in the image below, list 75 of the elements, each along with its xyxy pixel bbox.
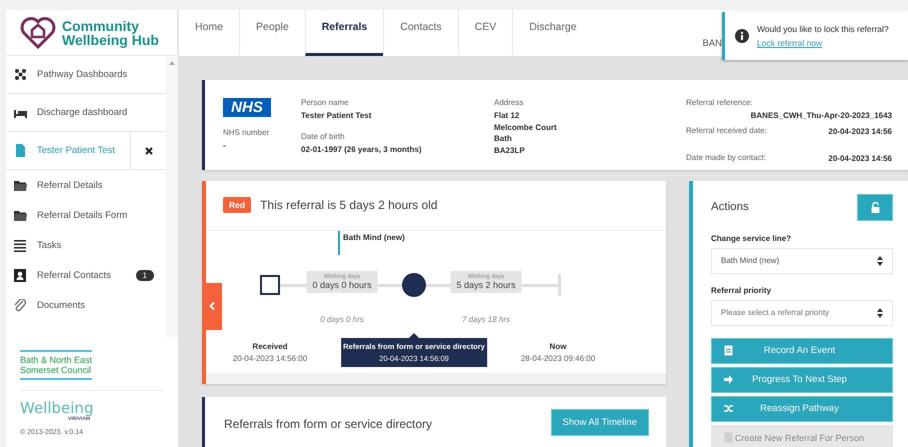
sidebar-item[interactable]: Referral Contacts 1 (6, 260, 166, 290)
sidebar-item[interactable]: Discharge dashboard (6, 94, 166, 132)
arrow-right-icon (724, 374, 733, 385)
field-value: - (223, 140, 227, 152)
field-value: 20-04-2023 14:56 (828, 152, 892, 164)
sidebar-item[interactable]: Tasks (6, 230, 166, 260)
elapsed-time: 7 days 18 hrs (462, 314, 510, 324)
elapsed-time: 0 days 0 hrs (320, 314, 364, 324)
card-title: This referral is 5 days 2 hours old (260, 198, 438, 212)
panel-title: Actions (711, 201, 749, 213)
sidebar-item[interactable]: Referral Details Form (6, 200, 166, 230)
dots-icon (14, 68, 27, 81)
app-title: Community Wellbeing Hub (62, 18, 160, 46)
lock-button[interactable] (857, 194, 893, 220)
sidebar-item-label: Tasks (37, 240, 62, 250)
shuffle-icon (724, 403, 733, 414)
field-label: Date of birth (301, 132, 346, 140)
field-value: Tester Patient Test (301, 110, 372, 122)
select-field[interactable]: Bath Mind (new) (711, 248, 893, 274)
field-label: Person name (301, 98, 350, 107)
sort-arrows-icon (877, 308, 883, 318)
user-name: BAN (702, 38, 722, 51)
sidebar-item[interactable]: Documents (6, 290, 166, 320)
address-line: Bath (494, 133, 513, 144)
nhs-logo: NHS (223, 98, 271, 117)
sidebar-item[interactable]: Referral Details (6, 170, 166, 200)
event-circle-marker (402, 272, 426, 296)
sidebar-item-label: Tester Patient Test (37, 145, 116, 156)
field-label: NHS number (223, 128, 270, 137)
wellbeing-logo: Wellbeing (20, 401, 94, 416)
document-icon (724, 345, 733, 356)
field-value: 02-01-1997 (26 years, 3 months) (301, 144, 423, 155)
field-value: 20-04-2023 14:56 (828, 126, 892, 138)
list-icon (14, 238, 27, 252)
folder-icon (14, 178, 27, 192)
sort-arrows-icon (877, 256, 883, 266)
info-icon (735, 29, 749, 43)
sidebar-item-label: Referral Details (37, 180, 104, 190)
sidebar-item-label: Referral Details Form (37, 210, 128, 220)
sidebar-item-label: Referral Contacts (37, 270, 112, 280)
address-line: BA23LP (494, 144, 526, 156)
heart-house-logo-icon (20, 16, 56, 48)
service-label: Bath Mind (new) (343, 232, 405, 242)
paperclip-icon (14, 298, 27, 312)
field-label: Referral priority (711, 286, 772, 294)
scroll-up-icon (169, 61, 175, 65)
field-label: Change service line? (711, 234, 792, 242)
council-logo: Bath & North East Somerset Council (20, 350, 92, 380)
field-label: Referral received date: (686, 126, 767, 134)
field-value: BANES_CWH_Thu-Apr-20-2023_1643 (750, 110, 892, 122)
horizontal-scrollbar[interactable] (206, 372, 666, 384)
contact-card-icon (14, 268, 27, 282)
document-icon (14, 144, 27, 157)
address-line: Melcombe Court (494, 122, 558, 133)
unlock-icon (870, 202, 880, 212)
count-badge: 1 (136, 270, 154, 280)
card-title: Referrals from form or service directory (224, 416, 432, 430)
sidebar-item[interactable]: Pathway Dashboards (6, 56, 166, 94)
toast-message: Would you like to lock this referral? (757, 24, 889, 34)
sidebar-item-label: Documents (37, 300, 86, 310)
chevron-left-icon (209, 302, 215, 310)
milestone[interactable]: Now 28-04-2023 09:46:00 (518, 338, 598, 366)
field-label: Date made by contact: (686, 152, 766, 162)
status-badge: Red (223, 197, 252, 213)
service-marker (338, 230, 340, 254)
close-icon (144, 146, 152, 154)
field-label: Referral reference: (686, 98, 754, 107)
select-field[interactable]: Please select a referral priority (711, 300, 893, 326)
field-label: Address (494, 98, 524, 107)
folder-icon (14, 208, 27, 222)
sidebar-item-label: Pathway Dashboards (37, 69, 128, 80)
address-line: Flat 12 (494, 110, 520, 122)
sidebar-item-label: Discharge dashboard (37, 107, 128, 118)
milestone[interactable]: Received 20-04-2023 14:56:00 (230, 338, 310, 366)
start-square-marker (260, 274, 280, 294)
